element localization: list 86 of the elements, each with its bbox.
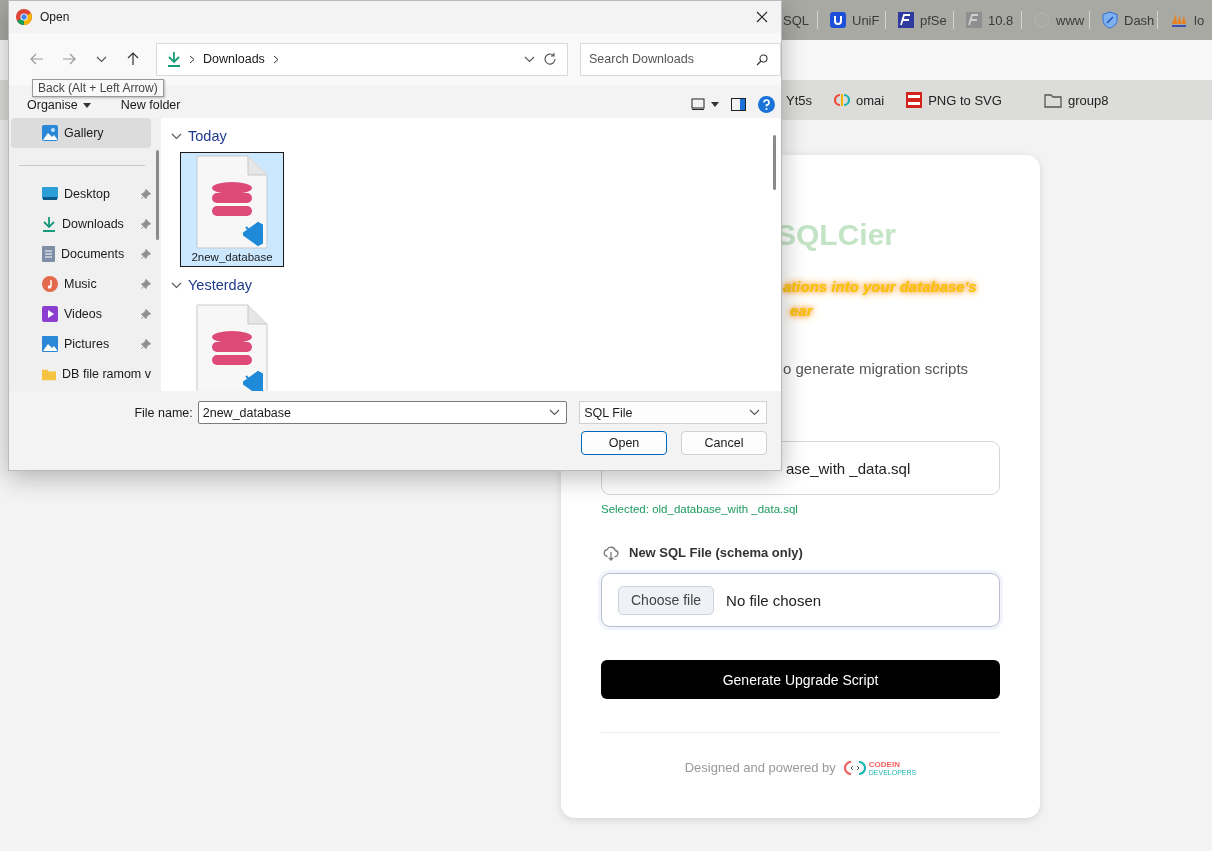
caret-icon	[82, 102, 91, 108]
up-arrow-icon	[127, 52, 139, 66]
link-logo-icon	[834, 93, 850, 107]
browser-tab[interactable]: 10.8	[953, 11, 1021, 29]
forward-arrow-icon	[62, 53, 76, 65]
music-icon	[42, 276, 58, 292]
field-label: New SQL File (schema only)	[629, 544, 803, 562]
file-type-dropdown[interactable]: SQL File	[579, 401, 767, 424]
chevron-down-icon	[524, 55, 535, 63]
pf-logo-icon	[966, 12, 982, 28]
organise-menu[interactable]: Organise	[19, 96, 99, 114]
browser-tab[interactable]: SQL	[783, 11, 817, 29]
bookmark[interactable]: Yt5s	[786, 92, 812, 108]
bookmark[interactable]: group8	[1043, 92, 1109, 108]
close-icon	[756, 11, 768, 23]
search-field[interactable]: Search Downloads	[580, 42, 781, 76]
browser-tab[interactable]: lo	[1157, 11, 1212, 29]
download-icon	[167, 51, 181, 67]
nav-item[interactable]: Music	[11, 269, 151, 299]
address-bar[interactable]: Downloads	[156, 42, 568, 76]
field-label: File name:	[133, 405, 194, 420]
back-arrow-icon	[30, 53, 44, 65]
generate-button[interactable]: Generate Upgrade Script	[601, 660, 1000, 699]
choose-file-button[interactable]: Choose file	[618, 585, 715, 615]
database-file-icon	[196, 155, 268, 249]
nav-item[interactable]: Videos	[11, 299, 151, 329]
file-tile[interactable]: 2new_database	[180, 152, 284, 267]
browser-tab[interactable]: UniF	[817, 11, 885, 29]
dialog-title: Open	[40, 10, 71, 24]
sail-logo-icon	[1170, 12, 1188, 28]
refresh-icon	[543, 52, 557, 66]
nav-item[interactable]: DB file ramom v	[11, 359, 151, 389]
cloud-upload-icon	[603, 545, 619, 561]
shield-icon	[1102, 11, 1118, 29]
browser-logo-icon	[16, 9, 32, 25]
file-status: No file chosen	[726, 591, 822, 609]
file-name: 2new_database	[191, 251, 273, 263]
file-name-field[interactable]: 2new_database	[197, 401, 568, 424]
nav-item[interactable]: Desktop	[11, 179, 151, 209]
pf-logo-icon	[898, 12, 914, 28]
nav-item[interactable]: Downloads	[11, 209, 151, 239]
group-header[interactable]: Yesterday	[171, 276, 767, 294]
file-input[interactable]: Choose file No file chosen	[601, 573, 1000, 627]
bookmark[interactable]: PNG to SVG	[906, 92, 1002, 108]
footer-text: Designed and powered by	[684, 759, 836, 777]
browser-tab[interactable]: pfSe	[885, 11, 953, 29]
browser-tab[interactable]: Dash	[1089, 11, 1157, 29]
breadcrumb[interactable]: Downloads	[203, 52, 265, 66]
help-icon	[758, 95, 775, 113]
folder-icon	[42, 367, 57, 381]
chevron-down-icon	[749, 409, 760, 416]
folder-icon	[1043, 92, 1062, 108]
brand-name: CODEIN	[868, 760, 901, 769]
video-icon	[42, 306, 58, 322]
browser-tab[interactable]: www	[1021, 11, 1089, 29]
chevron-right-icon	[189, 54, 195, 64]
nav-item[interactable]: Gallery	[11, 118, 151, 148]
dialog-button[interactable]: Cancel	[681, 431, 767, 455]
gallery-icon	[42, 125, 58, 141]
chevron-right-icon	[272, 54, 279, 64]
dialog-button[interactable]: Open	[581, 431, 667, 455]
search-icon	[756, 53, 768, 66]
description: o generate migration scripts	[783, 359, 969, 379]
chevron-down-icon	[549, 409, 561, 416]
caret-icon	[711, 101, 719, 107]
download-icon	[42, 216, 56, 232]
pictures-icon	[42, 336, 58, 352]
document-icon	[42, 246, 55, 262]
chevron-down-icon	[171, 281, 182, 289]
selected-file-note: Selected: old_database_with _data.sql	[601, 502, 798, 517]
chevron-down-icon	[95, 55, 107, 63]
bookmark[interactable]: omai	[834, 92, 885, 108]
code-brackets-icon	[843, 761, 866, 775]
layout-icon	[691, 98, 705, 110]
chevron-down-icon	[171, 132, 182, 140]
nav-item[interactable]: Documents	[11, 239, 151, 269]
tagline: ear	[790, 301, 813, 321]
new-folder-button[interactable]: New folder	[112, 96, 189, 114]
pane-icon	[731, 97, 746, 111]
u-logo-icon	[830, 12, 846, 28]
tooltip: Back (Alt + Left Arrow)	[32, 79, 164, 97]
tagline: ations into your database's	[783, 277, 977, 297]
desktop-icon	[42, 187, 58, 201]
nav-item[interactable]: Pictures	[11, 329, 151, 359]
group-header[interactable]: Today	[171, 127, 767, 145]
app-title: SQLCier	[776, 217, 897, 253]
